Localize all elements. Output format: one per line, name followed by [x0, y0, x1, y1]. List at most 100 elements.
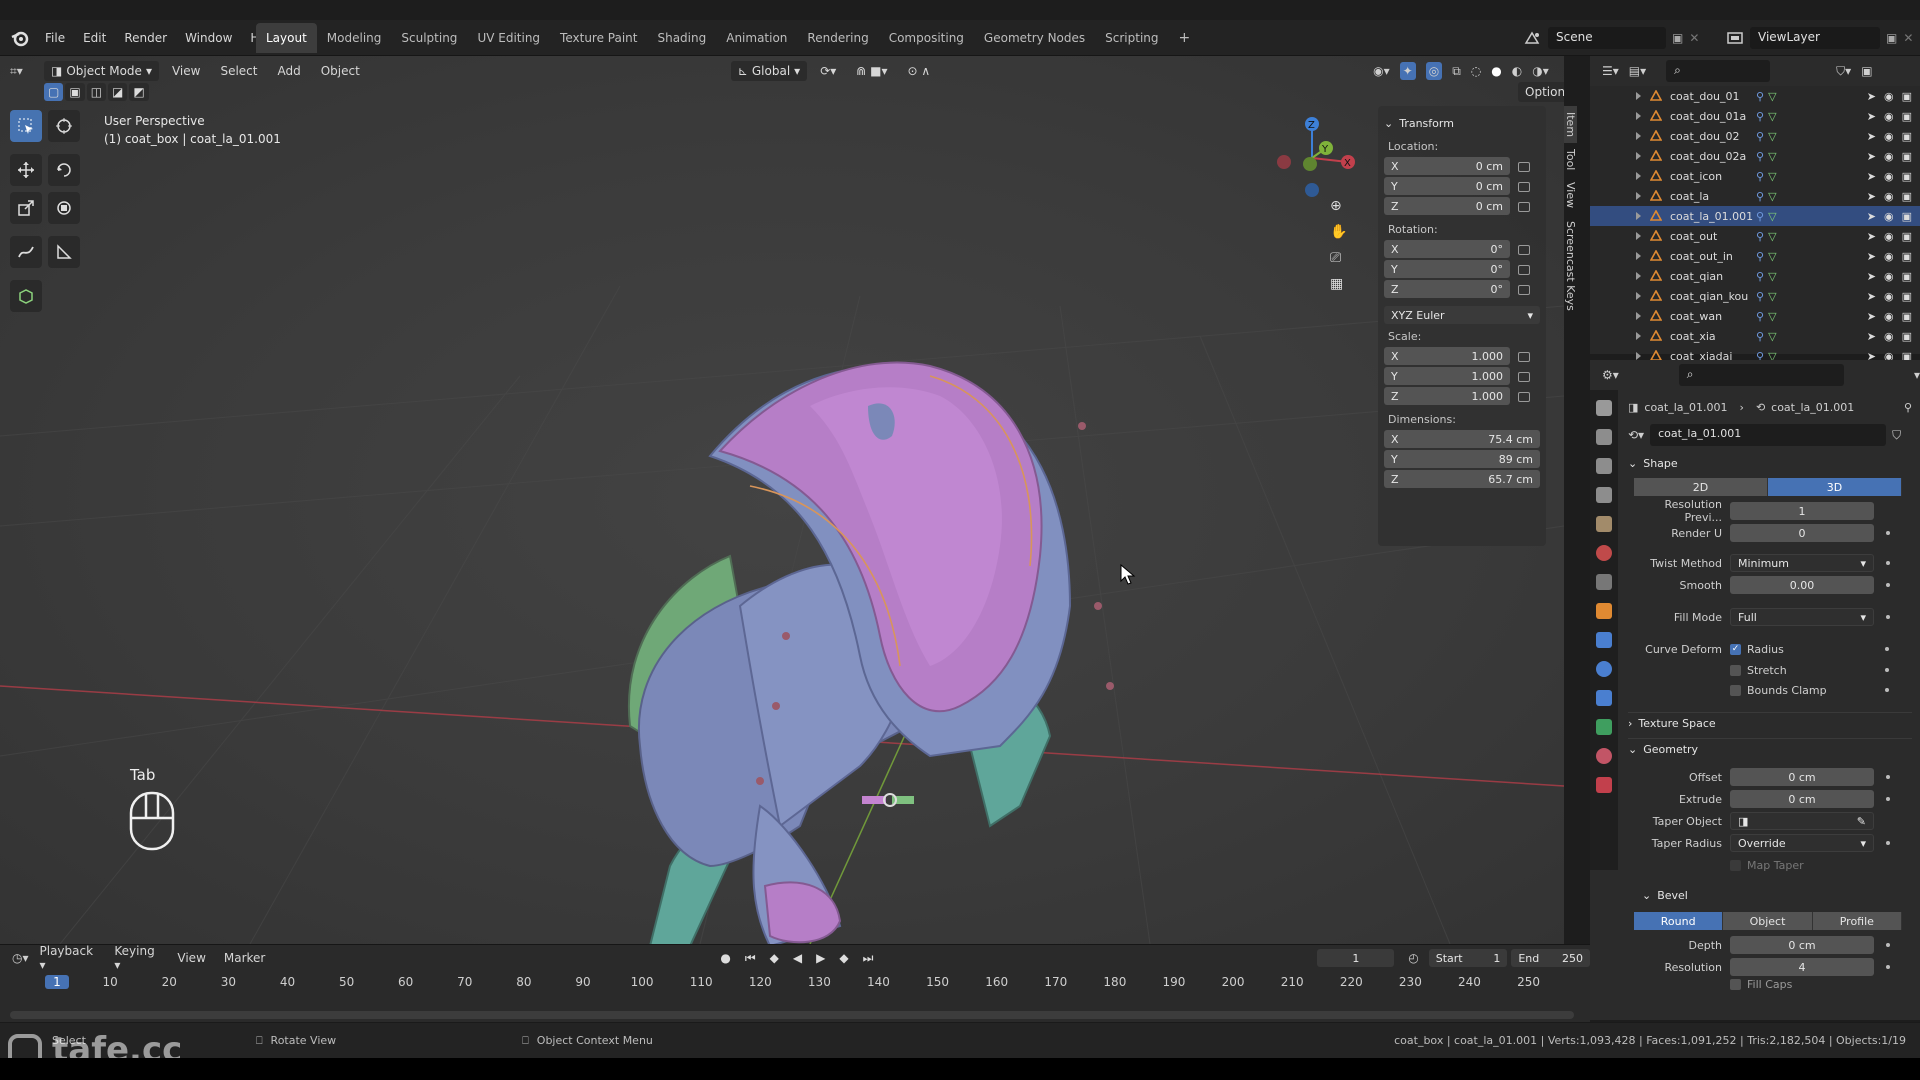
- taper-radius-dropdown[interactable]: Override ▾: [1730, 834, 1874, 852]
- dimension-y-field[interactable]: Y 89 cm: [1384, 450, 1540, 468]
- select-extend-icon[interactable]: ▣: [65, 83, 85, 101]
- modifier-icon[interactable]: ⚲: [1756, 230, 1764, 243]
- eye-icon[interactable]: ◉: [1884, 150, 1894, 163]
- next-keyframe-icon[interactable]: ◆: [839, 951, 848, 965]
- modifier-icon[interactable]: ⚲: [1756, 90, 1764, 103]
- render-tab-icon[interactable]: [1596, 429, 1612, 445]
- select-box-tool-icon[interactable]: [10, 110, 42, 142]
- viewport-menu-add[interactable]: Add: [270, 61, 307, 81]
- timeline-ruler[interactable]: 1 10 20 30 40 50 60 70 80 90 100 110 120 130 140 150 160…: [0, 975, 1590, 995]
- shape-section-header[interactable]: ⌄ Shape: [1628, 452, 1912, 474]
- play-reverse-icon[interactable]: ◀: [793, 951, 802, 965]
- rotation-z-field[interactable]: Z 0°: [1384, 280, 1510, 298]
- sidebar-tab-tool[interactable]: Tool: [1564, 143, 1577, 176]
- selectable-icon[interactable]: ➤: [1867, 170, 1876, 183]
- annotate-tool-icon[interactable]: [10, 236, 42, 268]
- snap-icon[interactable]: ⋒ ■▾: [849, 61, 894, 81]
- timeline-editor-icon[interactable]: ◷▾: [12, 951, 29, 965]
- play-icon[interactable]: ▶: [816, 951, 825, 965]
- tab-modeling[interactable]: Modeling: [317, 23, 392, 53]
- modifier-icon[interactable]: ⚲: [1756, 330, 1764, 343]
- expand-arrow-icon[interactable]: [1636, 232, 1641, 240]
- outliner-item[interactable]: coat_qian ⚲ ▽ ➤ ◉ ▣: [1590, 266, 1920, 286]
- tab-compositing[interactable]: Compositing: [879, 23, 974, 53]
- zoom-icon[interactable]: ⊕: [1330, 198, 1347, 214]
- keyframe-dot-icon[interactable]: [1886, 943, 1890, 947]
- keyframe-dot-icon[interactable]: [1886, 775, 1890, 779]
- select-subtract-icon[interactable]: ◫: [86, 83, 107, 101]
- chevron-down-icon[interactable]: ▾: [1914, 368, 1920, 382]
- keyframe-dot-icon[interactable]: [1885, 647, 1889, 651]
- smooth-field[interactable]: 0.00: [1730, 576, 1874, 594]
- select-new-icon[interactable]: ▢: [44, 83, 64, 101]
- bevel-object-button[interactable]: Object: [1723, 912, 1813, 930]
- menu-edit[interactable]: Edit: [74, 31, 115, 45]
- timeline-scrollbar[interactable]: [10, 1011, 1574, 1019]
- mesh-data-icon[interactable]: ▽: [1768, 170, 1776, 183]
- pan-hand-icon[interactable]: ✋: [1330, 224, 1347, 240]
- jump-end-icon[interactable]: ⏭: [863, 951, 874, 966]
- eye-icon[interactable]: ◉: [1884, 250, 1894, 263]
- rotation-mode-dropdown[interactable]: XYZ Euler ▾: [1384, 306, 1540, 324]
- scale-tool-icon[interactable]: [10, 192, 42, 224]
- add-workspace-icon[interactable]: +: [1169, 22, 1201, 54]
- eye-icon[interactable]: ◉: [1884, 310, 1894, 323]
- lock-icon[interactable]: [1518, 372, 1530, 382]
- eye-icon[interactable]: ◉: [1884, 330, 1894, 343]
- camera-icon[interactable]: ▣: [1902, 170, 1912, 183]
- tab-sculpting[interactable]: Sculpting: [391, 23, 467, 53]
- tab-texture-paint[interactable]: Texture Paint: [550, 23, 647, 53]
- eye-icon[interactable]: ◉: [1884, 90, 1894, 103]
- keyframe-dot-icon[interactable]: [1886, 797, 1890, 801]
- mode-3d-button[interactable]: 3D: [1768, 478, 1902, 496]
- selectable-icon[interactable]: ➤: [1867, 250, 1876, 263]
- modifier-icon[interactable]: ⚲: [1756, 190, 1764, 203]
- keyframe-dot-icon[interactable]: [1886, 561, 1890, 565]
- prev-keyframe-icon[interactable]: ◆: [770, 951, 779, 965]
- modifier-icon[interactable]: ⚲: [1756, 170, 1764, 183]
- outliner-item[interactable]: coat_dou_02 ⚲ ▽ ➤ ◉ ▣: [1590, 126, 1920, 146]
- tab-rendering[interactable]: Rendering: [797, 23, 878, 53]
- output-tab-icon[interactable]: [1596, 458, 1612, 474]
- keyframe-dot-icon[interactable]: [1886, 965, 1890, 969]
- material-shading-icon[interactable]: ◐: [1512, 64, 1522, 78]
- tab-geometry-nodes[interactable]: Geometry Nodes: [974, 23, 1095, 53]
- selectable-icon[interactable]: ➤: [1867, 310, 1876, 323]
- timeline-menu-marker[interactable]: Marker: [217, 948, 272, 968]
- keyframe-dot-icon[interactable]: [1886, 615, 1890, 619]
- timeline-menu-playback[interactable]: Playback ▾: [33, 941, 104, 975]
- rendered-shading-icon[interactable]: ◑▾: [1532, 64, 1549, 78]
- expand-arrow-icon[interactable]: [1636, 292, 1641, 300]
- outliner-item[interactable]: coat_icon ⚲ ▽ ➤ ◉ ▣: [1590, 166, 1920, 186]
- mesh-data-icon[interactable]: ▽: [1768, 230, 1776, 243]
- solid-shading-icon[interactable]: ●: [1491, 64, 1501, 78]
- collection-tab-icon[interactable]: [1596, 574, 1612, 590]
- keyframe-dot-icon[interactable]: [1886, 841, 1890, 845]
- bounds-clamp-checkbox[interactable]: [1730, 684, 1741, 696]
- expand-arrow-icon[interactable]: [1636, 112, 1641, 120]
- datablock-name-field[interactable]: coat_la_01.001: [1650, 424, 1887, 446]
- curve-data-icon[interactable]: ⟲▾: [1628, 428, 1644, 442]
- outliner-item[interactable]: coat_la_01.001 ⚲ ▽ ➤ ◉ ▣: [1590, 206, 1920, 226]
- move-tool-icon[interactable]: [10, 154, 42, 186]
- eye-icon[interactable]: ◉: [1884, 190, 1894, 203]
- lock-icon[interactable]: [1518, 202, 1530, 212]
- pivot-point-icon[interactable]: ⟳▾: [813, 61, 843, 81]
- eye-icon[interactable]: ◉: [1884, 290, 1894, 303]
- fill-caps-checkbox[interactable]: [1730, 978, 1741, 990]
- expand-arrow-icon[interactable]: [1636, 132, 1641, 140]
- taper-object-field[interactable]: ◨ ✎: [1730, 812, 1874, 830]
- extrude-field[interactable]: 0 cm: [1730, 790, 1874, 808]
- offset-field[interactable]: 0 cm: [1730, 768, 1874, 786]
- lock-icon[interactable]: [1518, 162, 1530, 172]
- scale-z-field[interactable]: Z 1.000: [1384, 387, 1510, 405]
- modifier-icon[interactable]: ⚲: [1756, 250, 1764, 263]
- scene-new-icon[interactable]: ▣: [1672, 31, 1683, 45]
- expand-arrow-icon[interactable]: [1636, 92, 1641, 100]
- eye-icon[interactable]: ◉: [1884, 270, 1894, 283]
- mesh-data-icon[interactable]: ▽: [1768, 190, 1776, 203]
- pin-icon[interactable]: ⚲: [1904, 401, 1912, 414]
- scene-tab-icon[interactable]: [1596, 516, 1612, 532]
- 3d-viewport[interactable]: ⌗▾ ◨ Object Mode ▾ View Select Add Object …: [0, 56, 1564, 944]
- camera-icon[interactable]: ▣: [1902, 270, 1912, 283]
